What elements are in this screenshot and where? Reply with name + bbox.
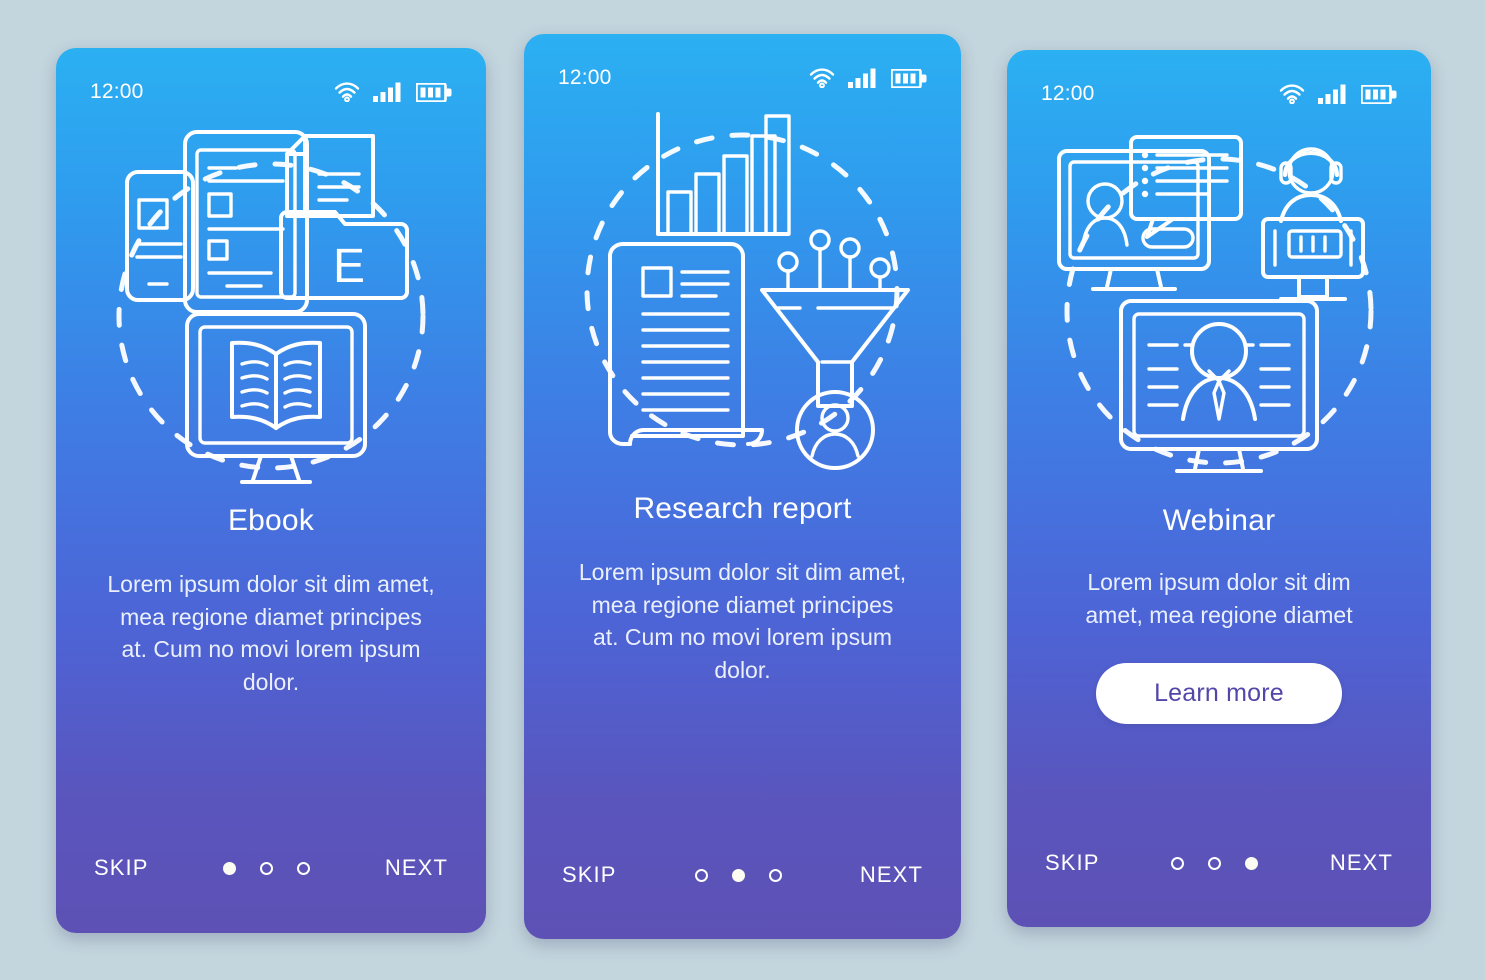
screen-content: Ebook Lorem ipsum dolor sit dim amet, me…	[56, 490, 486, 803]
page-title: Webinar	[1162, 504, 1276, 537]
bottom-navigation: SKIP NEXT	[56, 803, 486, 933]
wifi-icon	[809, 68, 835, 88]
bottom-navigation: SKIP NEXT	[524, 811, 961, 939]
onboarding-screens-stage: 12:00 E Ebook Lorem ipsum dolor sit dim …	[0, 0, 1485, 980]
battery-icon	[1361, 84, 1397, 104]
pagination-dots	[223, 861, 311, 875]
pagination-dots	[694, 868, 782, 882]
pagination-dot-1[interactable]	[1171, 856, 1185, 870]
skip-button[interactable]: SKIP	[560, 856, 619, 894]
pagination-dot-2[interactable]	[260, 861, 274, 875]
battery-icon	[416, 82, 452, 102]
status-bar: 12:00	[524, 34, 961, 96]
pagination-dot-1[interactable]	[223, 861, 237, 875]
status-icon-group	[809, 68, 927, 88]
screen-content: Research report Lorem ipsum dolor sit di…	[524, 476, 961, 811]
skip-button[interactable]: SKIP	[92, 849, 151, 887]
pagination-dots	[1171, 856, 1259, 870]
wifi-icon	[1279, 84, 1305, 104]
page-description: Lorem ipsum dolor sit dim amet, mea regi…	[1085, 569, 1353, 628]
pagination-dot-1[interactable]	[694, 868, 708, 882]
status-icon-group	[334, 82, 452, 102]
page-title: Research report	[633, 492, 852, 525]
webinar-illustration	[1007, 112, 1431, 492]
pagination-dot-2[interactable]	[731, 868, 745, 882]
pagination-dot-3[interactable]	[768, 868, 782, 882]
pagination-dot-3[interactable]	[1245, 856, 1259, 870]
signal-bars-icon	[848, 68, 878, 88]
status-bar: 12:00	[1007, 50, 1431, 112]
bottom-navigation: SKIP NEXT	[1007, 799, 1431, 927]
signal-bars-icon	[373, 82, 403, 102]
pagination-dot-3[interactable]	[297, 861, 311, 875]
next-button[interactable]: NEXT	[1328, 844, 1395, 882]
screen-content: Webinar Lorem ipsum dolor sit dim amet, …	[1007, 492, 1431, 799]
learn-more-button[interactable]: Learn more	[1096, 663, 1342, 725]
next-button[interactable]: NEXT	[383, 849, 450, 887]
onboarding-screen-webinar: 12:00 Webinar Lorem ipsum dolor sit dim …	[1007, 50, 1431, 927]
signal-bars-icon	[1318, 84, 1348, 104]
skip-button[interactable]: SKIP	[1043, 844, 1102, 882]
battery-icon	[891, 68, 927, 88]
research-report-illustration	[524, 96, 961, 476]
status-clock: 12:00	[90, 80, 144, 103]
page-description: Lorem ipsum dolor sit dim amet, mea regi…	[578, 559, 907, 683]
page-description: Lorem ipsum dolor sit dim amet, mea regi…	[107, 571, 435, 695]
status-bar: 12:00	[56, 48, 486, 110]
status-clock: 12:00	[1041, 82, 1095, 105]
onboarding-screen-ebook: 12:00 E Ebook Lorem ipsum dolor sit dim …	[56, 48, 486, 933]
next-button[interactable]: NEXT	[858, 856, 925, 894]
status-clock: 12:00	[558, 66, 612, 89]
status-icon-group	[1279, 84, 1397, 104]
onboarding-screen-research-report: 12:00 Research report Lorem ipsum dolor …	[524, 34, 961, 939]
ebook-illustration: E	[56, 110, 486, 490]
wifi-icon	[334, 82, 360, 102]
page-title: Ebook	[227, 504, 315, 537]
pagination-dot-2[interactable]	[1208, 856, 1222, 870]
folder-letter-e: E	[333, 240, 365, 293]
